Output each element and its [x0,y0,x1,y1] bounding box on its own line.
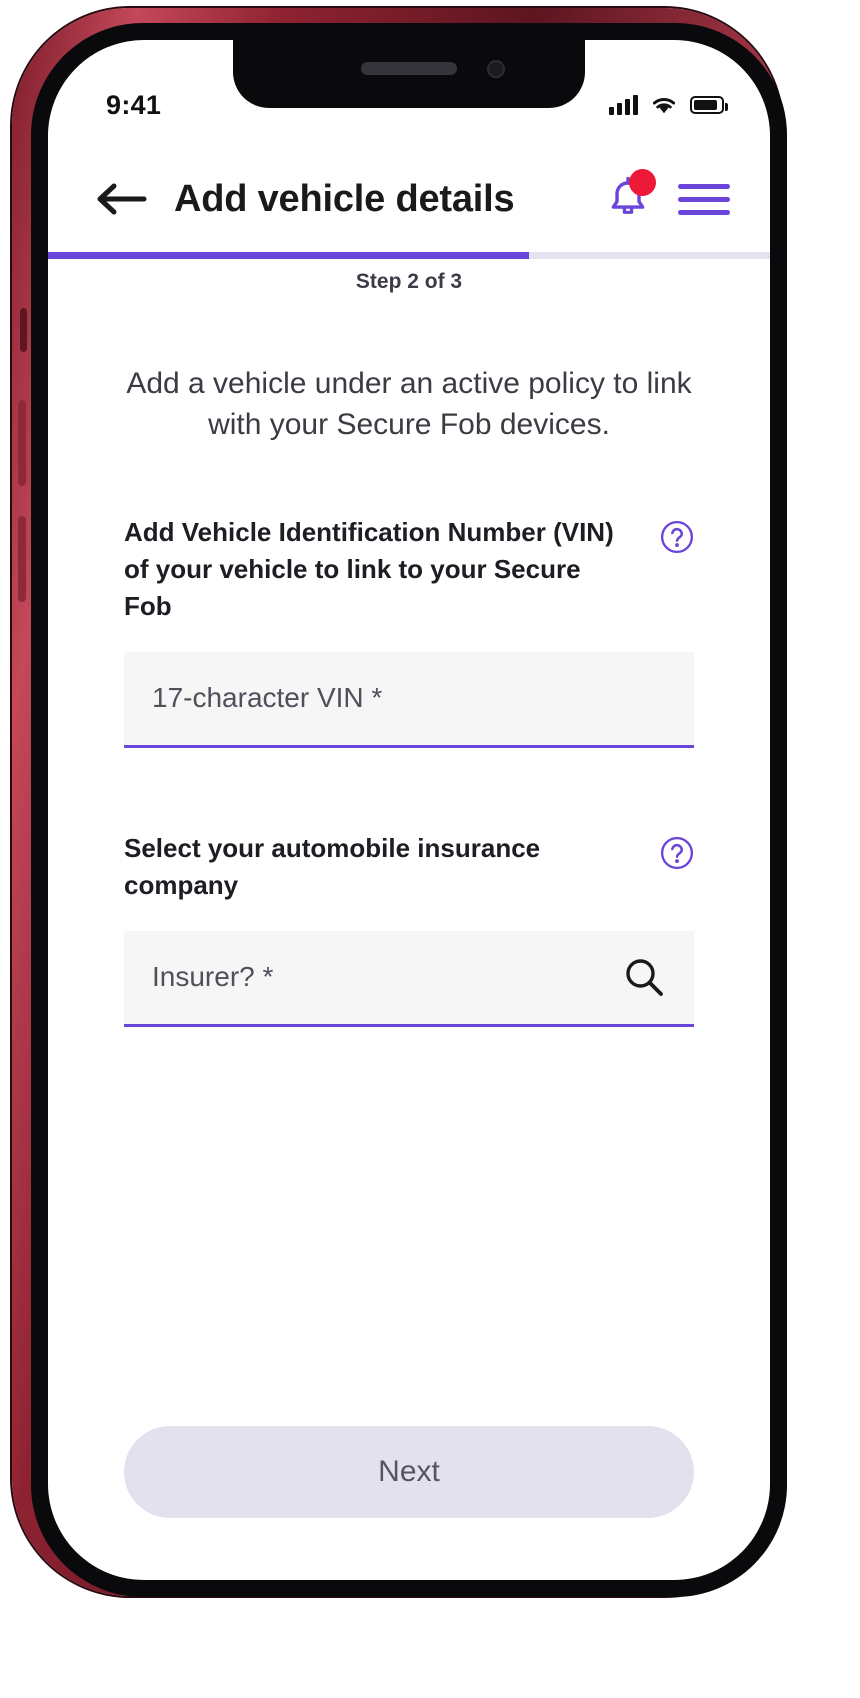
vin-field-header: Add Vehicle Identification Number (VIN) … [124,514,694,626]
battery-icon [690,96,728,114]
signal-bars-icon [609,95,638,115]
vin-field-block: Add Vehicle Identification Number (VIN) … [124,514,694,748]
status-time: 9:41 [106,89,162,120]
phone-screen: 9:41 Add vehicle details Step 2 of 3 Add… [48,40,770,1580]
phone-frame: 9:41 Add vehicle details Step 2 of 3 Add… [12,8,787,1597]
insurer-field-label: Select your automobile insurance company [124,832,541,901]
notifications-button[interactable] [600,169,656,227]
vin-field-label: Add Vehicle Identification Number (VIN) … [124,516,614,622]
app-header: Add vehicle details [48,152,770,246]
insurer-field-block: Select your automobile insurance company… [124,830,694,1027]
question-mark-circle-icon[interactable] [660,520,694,554]
vin-input-placeholder: 17-character VIN * [152,682,383,714]
volume-up-button[interactable] [18,400,26,486]
page-title: Add vehicle details [174,177,515,220]
screenshot-root: 9:41 Add vehicle details Step 2 of 3 Add… [0,0,860,1698]
progress-bar-fill [48,252,529,259]
step-indicator-label: Step 2 of 3 [355,270,463,293]
next-button[interactable]: Next [124,1426,694,1518]
front-camera [487,60,505,78]
form-content: Add a vehicle under an active policy to … [48,312,770,1580]
intro-text: Add a vehicle under an active policy to … [126,367,692,441]
hamburger-menu-icon[interactable] [678,175,730,223]
vin-input[interactable]: 17-character VIN * [124,651,694,748]
status-indicators [609,95,728,115]
notification-badge [629,169,656,196]
insurer-field-header: Select your automobile insurance company [124,830,694,905]
silent-switch[interactable] [20,308,27,352]
volume-down-button[interactable] [18,516,26,602]
progress-bar-track [48,252,770,259]
earpiece-speaker [361,62,457,75]
notch [233,40,585,108]
insurer-input[interactable]: Insurer? * [124,930,694,1027]
arrow-left-icon [97,183,147,215]
question-mark-circle-icon[interactable] [660,836,694,870]
search-icon[interactable] [622,955,666,999]
back-button[interactable] [90,168,152,230]
wifi-icon [652,98,676,114]
insurer-input-placeholder: Insurer? * [152,961,274,993]
